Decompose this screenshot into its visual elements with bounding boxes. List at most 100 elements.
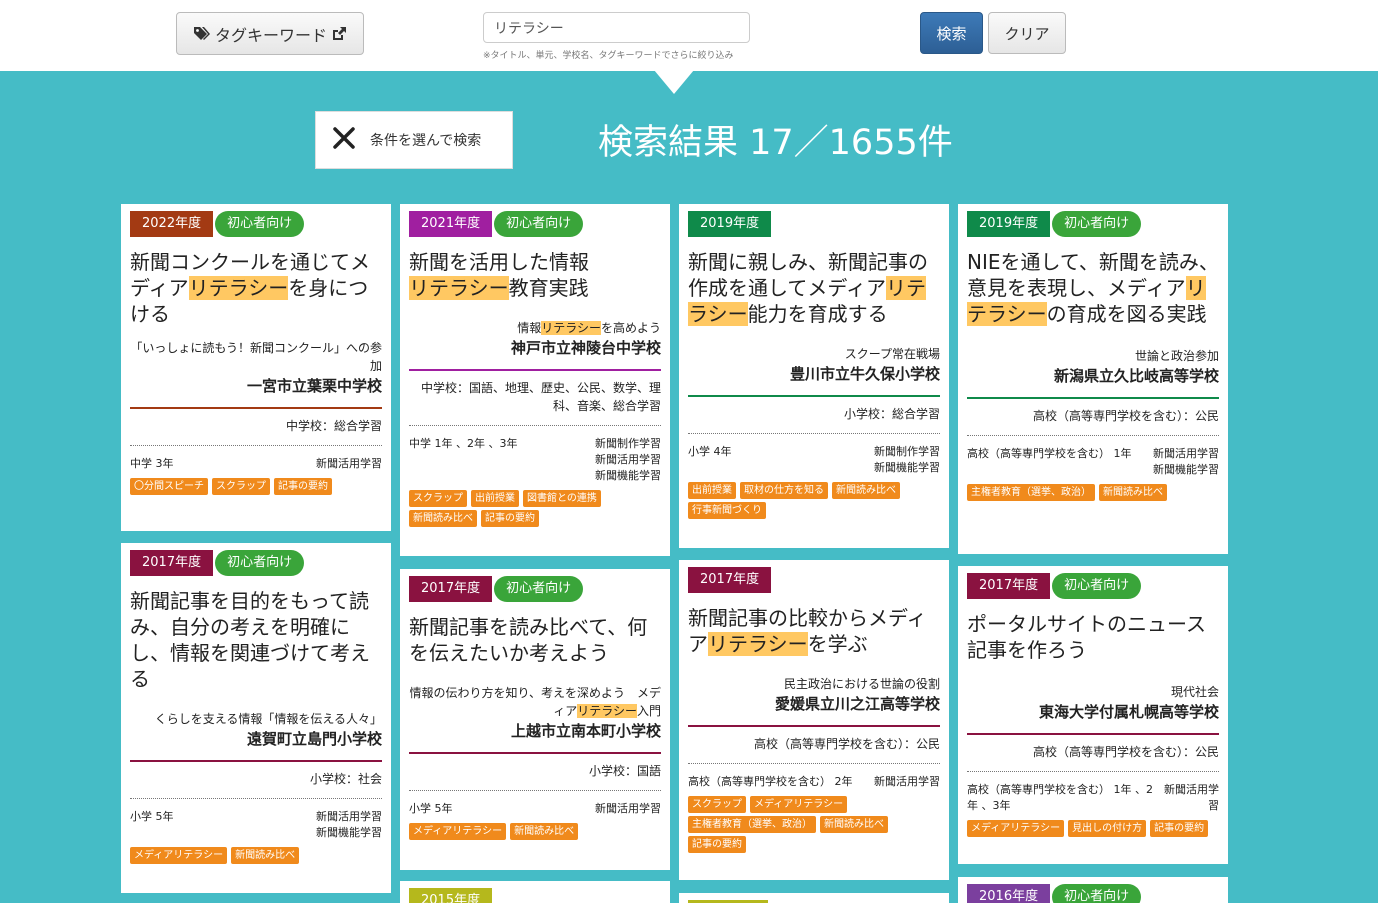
year-badge: 2016年度 xyxy=(967,884,1051,903)
tag[interactable]: 主権者教育（選挙、政治） xyxy=(688,816,816,833)
result-card[interactable]: 2021年度 初心者向け 新聞を活用した情報 リテラシー教育実践 情報リテラシーを… xyxy=(400,204,670,556)
header-pointer-arrow xyxy=(654,70,694,94)
tag[interactable]: 新聞読み比べ xyxy=(820,816,888,833)
card-divider xyxy=(688,395,940,397)
subject: 小学校：社会 xyxy=(309,772,382,786)
result-card[interactable]: 2019年度 初心者向け NIEを通して、新聞を読み、意見を表現し、メディアリテ… xyxy=(958,204,1228,554)
school-name: 上越市立南本町小学校 xyxy=(510,722,661,740)
clear-button[interactable]: クリア xyxy=(988,12,1066,54)
school-name: 新潟県立久比岐高等学校 xyxy=(1053,367,1219,385)
school-name: 神戸市立神陵台中学校 xyxy=(510,339,661,357)
tag[interactable]: メディアリテラシー xyxy=(409,823,507,840)
card-title[interactable]: 新聞記事を目的をもって読み、自分の考えを明確にし、情報を関連づけて考える xyxy=(130,588,382,692)
school-name: 愛媛県立川之江高等学校 xyxy=(774,695,940,713)
card-title[interactable]: 新聞に親しみ、新聞記事の作成を通してメディアリテラシー能力を育成する xyxy=(688,249,940,327)
tag[interactable]: メディアリテラシー xyxy=(967,820,1065,837)
card-divider xyxy=(688,725,940,727)
dotted-divider xyxy=(130,445,382,446)
level-badge: 初心者向け xyxy=(494,576,584,602)
select-conditions-label: 条件を選んで検索 xyxy=(370,133,482,149)
subject: 高校（高等専門学校を含む）：公民 xyxy=(753,737,940,751)
tag[interactable]: 取材の仕方を知る xyxy=(740,482,828,499)
tag[interactable]: 新聞読み比べ xyxy=(409,510,477,527)
category: 新聞活用学習 xyxy=(595,453,661,466)
tag[interactable]: 記事の要約 xyxy=(481,510,539,527)
tag[interactable]: スクラップ xyxy=(212,478,270,495)
search-hint: ※タイトル、単元、学校名、タグキーワードでさらに絞り込み xyxy=(483,51,734,61)
result-card[interactable]: 2016年度 初心者向け xyxy=(958,877,1228,903)
card-title[interactable]: ポータルサイトのニュース記事を作ろう xyxy=(967,611,1219,663)
subject: 小学校：国語 xyxy=(588,764,661,778)
year-badge: 2017年度 xyxy=(967,573,1051,599)
tag[interactable]: 新聞読み比べ xyxy=(832,482,900,499)
tag[interactable]: 図書館との連携 xyxy=(523,490,601,507)
result-card[interactable]: 2017年度 初心者向け 新聞記事を目的をもって読み、自分の考えを明確にし、情報… xyxy=(121,543,391,893)
result-card[interactable]: 2017年度 新聞記事の比較からメディアリテラシーを学ぶ 民主政治における世論の… xyxy=(679,560,949,880)
year-badge: 2019年度 xyxy=(967,211,1051,237)
tag[interactable]: 新聞読み比べ xyxy=(510,823,579,840)
card-divider xyxy=(967,397,1219,399)
tag[interactable]: スクラップ xyxy=(688,796,746,813)
level-badge: 初心者向け xyxy=(1052,573,1142,599)
select-conditions-button[interactable]: 条件を選んで検索 xyxy=(315,111,513,169)
tag[interactable]: 行事新聞づくり xyxy=(688,502,766,519)
unit-name: 世論と政治参加 xyxy=(1134,349,1219,363)
tag[interactable]: 記事の要約 xyxy=(274,478,332,495)
subject: 高校（高等専門学校を含む）：公民 xyxy=(1032,745,1219,759)
category: 新聞制作学習 xyxy=(874,445,940,458)
tag[interactable]: 記事の要約 xyxy=(688,836,746,853)
level-badge: 初心者向け xyxy=(215,211,305,237)
grade: 高校（高等専門学校を含む） 1年 xyxy=(967,447,1132,460)
level-badge: 初心者向け xyxy=(215,550,305,576)
card-divider xyxy=(130,760,382,762)
grade: 小学 5年 xyxy=(130,810,174,823)
school-name: 東海大学付属札幌高等学校 xyxy=(1038,703,1219,721)
result-card[interactable]: 2015年度 xyxy=(400,881,670,903)
result-card[interactable]: 2022年度 初心者向け 新聞コンクールを通じてメディアリテラシーを身につける … xyxy=(121,204,391,531)
unit-name: 民主政治における世論の役割 xyxy=(783,677,940,691)
tag[interactable]: 出前授業 xyxy=(471,490,519,507)
tag[interactable]: 〇分間スピーチ xyxy=(130,478,208,495)
card-title[interactable]: 新聞コンクールを通じてメディアリテラシーを身につける xyxy=(130,249,382,327)
result-card[interactable]: 2017年度 初心者向け ポータルサイトのニュース記事を作ろう 現代社会 東海大… xyxy=(958,566,1228,864)
dotted-divider xyxy=(967,435,1219,436)
result-card[interactable] xyxy=(679,893,949,903)
card-title[interactable]: 新聞を活用した情報 リテラシー教育実践 xyxy=(409,249,661,301)
tag[interactable]: 見出しの付け方 xyxy=(1068,820,1147,837)
results-title: 検索結果 17／1655件 xyxy=(598,123,953,163)
category: 新聞活用学習 xyxy=(1153,447,1219,460)
tag[interactable]: スクラップ xyxy=(409,490,467,507)
school-name: 遠賀町立島門小学校 xyxy=(246,730,382,748)
category: 新聞活用学習 xyxy=(1164,783,1219,812)
search-input[interactable] xyxy=(483,12,750,43)
tag[interactable]: 記事の要約 xyxy=(1150,820,1209,837)
unit-name: 情報リテラシーを高めよう xyxy=(517,321,661,335)
tag[interactable]: 新聞読み比べ xyxy=(231,847,300,864)
tag-keyword-label: タグキーワード xyxy=(214,25,327,45)
year-badge: 2019年度 xyxy=(688,211,772,237)
tag[interactable]: 出前授業 xyxy=(688,482,736,499)
card-title[interactable]: 新聞記事を読み比べて、何を伝えたいか考えよう xyxy=(409,614,661,666)
tag[interactable]: メディアリテラシー xyxy=(130,847,228,864)
search-button[interactable]: 検索 xyxy=(920,12,983,54)
unit-name: 情報の伝わり方を知り、考えを深めよう メディアリテラシー入門 xyxy=(409,686,661,718)
grade: 小学 5年 xyxy=(409,802,453,815)
card-divider xyxy=(130,407,382,409)
dotted-divider xyxy=(130,798,382,799)
dotted-divider xyxy=(967,771,1219,772)
dotted-divider xyxy=(688,433,940,434)
tag[interactable]: 新聞読み比べ xyxy=(1099,484,1167,501)
card-title[interactable]: 新聞記事の比較からメディアリテラシーを学ぶ xyxy=(688,605,940,657)
result-card[interactable]: 2017年度 初心者向け 新聞記事を読み比べて、何を伝えたいか考えよう 情報の伝… xyxy=(400,569,670,870)
subject: 中学校：総合学習 xyxy=(285,419,382,433)
result-card[interactable]: 2019年度 新聞に親しみ、新聞記事の作成を通してメディアリテラシー能力を育成す… xyxy=(679,204,949,548)
category: 新聞機能学習 xyxy=(1153,463,1219,476)
card-divider xyxy=(967,733,1219,735)
tag[interactable]: 主権者教育（選挙、政治） xyxy=(967,484,1095,501)
category: 新聞機能学習 xyxy=(595,469,661,482)
tags-icon xyxy=(193,26,211,42)
tag-keyword-button[interactable]: タグキーワード xyxy=(176,12,364,55)
subject: 高校（高等専門学校を含む）：公民 xyxy=(1032,409,1219,423)
tag[interactable]: メディアリテラシー xyxy=(750,796,848,813)
card-title[interactable]: NIEを通して、新聞を読み、意見を表現し、メディアリテラシーの育成を図る実践 xyxy=(967,249,1219,327)
